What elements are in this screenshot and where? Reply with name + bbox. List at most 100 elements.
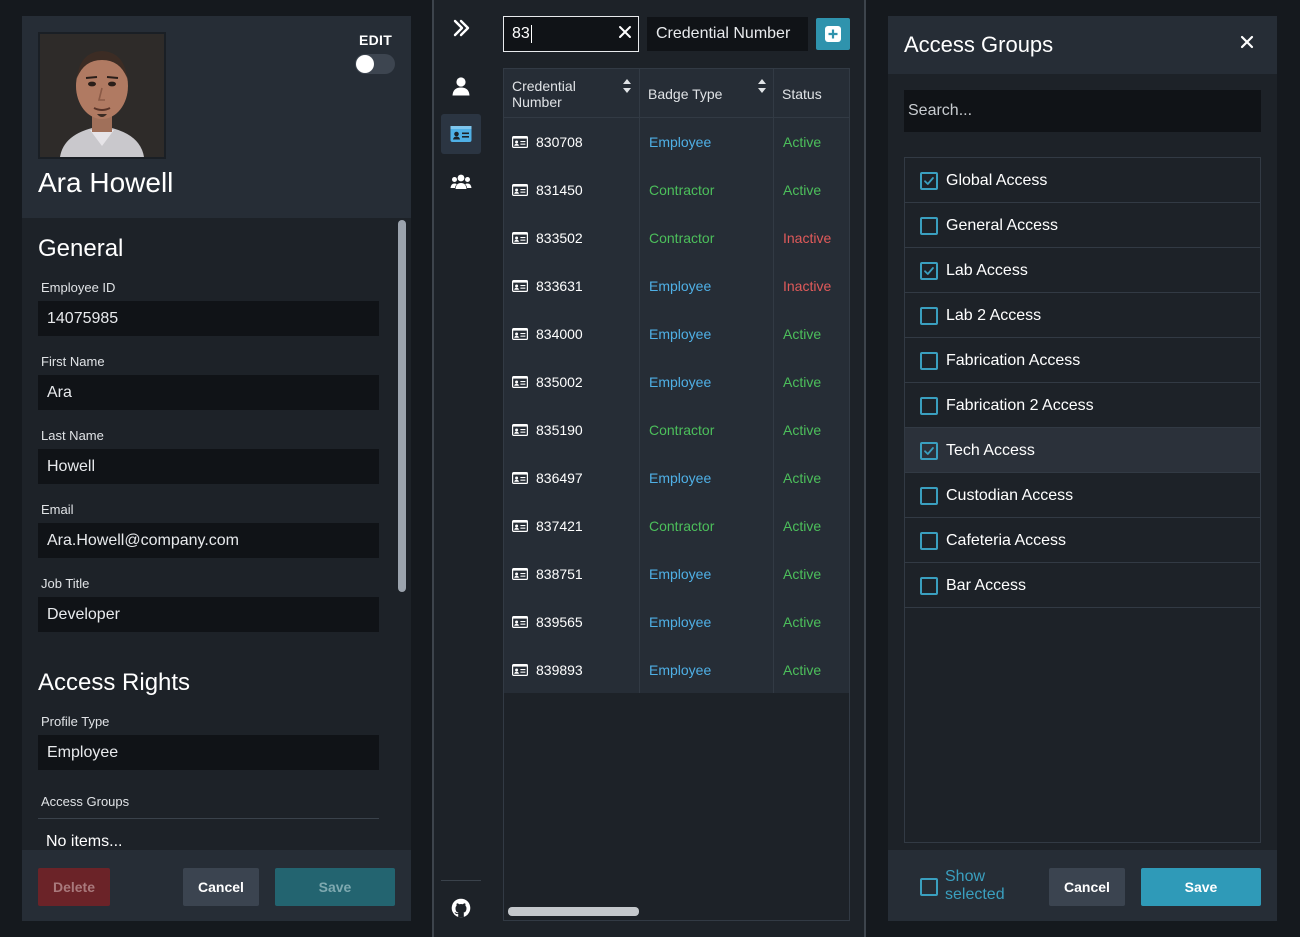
job-title-field[interactable]: Developer — [38, 597, 379, 632]
checkbox[interactable] — [920, 172, 938, 190]
access-group-item[interactable]: Cafeteria Access — [905, 518, 1260, 563]
table-row[interactable]: 833631 Employee Inactive — [504, 262, 849, 310]
badge-type: Contractor — [649, 230, 715, 246]
search-mode-select[interactable]: Credential Number — [647, 17, 808, 51]
checkbox[interactable] — [920, 262, 938, 280]
edit-toggle[interactable] — [355, 54, 395, 74]
profile-cancel-button[interactable]: Cancel — [183, 868, 259, 906]
table-row[interactable]: 833502 Contractor Inactive — [504, 214, 849, 262]
table-row[interactable]: 835002 Employee Active — [504, 358, 849, 406]
profile-panel: EDIT Ara Howell General Employee ID 1407… — [22, 16, 411, 921]
access-group-label: Tech Access — [946, 442, 1035, 459]
access-group-item[interactable]: Tech Access — [905, 428, 1260, 473]
access-group-label: Cafeteria Access — [946, 532, 1067, 549]
access-groups-label: Access Groups — [41, 794, 130, 809]
table-row[interactable]: 831450 Contractor Active — [504, 166, 849, 214]
column-header-badge-type[interactable]: Badge Type — [640, 69, 774, 118]
badge-type: Employee — [649, 470, 712, 486]
access-group-item[interactable]: Lab 2 Access — [905, 293, 1260, 338]
access-groups-dialog: Access Groups Search... Global Access Gen… — [888, 16, 1277, 921]
table-row[interactable]: 836497 Employee Active — [504, 454, 849, 502]
nav-rail — [434, 0, 487, 937]
table-row[interactable]: 830708 Employee Active — [504, 118, 849, 166]
credential-number: 830708 — [536, 134, 583, 150]
profile-header: EDIT Ara Howell — [22, 16, 411, 218]
access-group-item[interactable]: Global Access — [905, 158, 1260, 203]
first-name-label: First Name — [41, 354, 105, 369]
dialog-cancel-button[interactable]: Cancel — [1049, 868, 1125, 906]
sort-icon — [623, 79, 631, 93]
checkbox[interactable] — [920, 397, 938, 415]
access-group-label: General Access — [946, 217, 1059, 234]
id-card-icon — [512, 184, 528, 196]
person-name: Ara Howell — [38, 167, 174, 198]
github-icon[interactable] — [441, 888, 481, 928]
show-selected-checkbox[interactable]: Show selected — [904, 868, 1014, 906]
column-header-credential-number[interactable]: Credential Number — [504, 69, 640, 118]
table-row[interactable]: 837421 Contractor Active — [504, 502, 849, 550]
email-field[interactable]: Ara.Howell@company.com — [38, 523, 379, 558]
access-groups-empty-text: No items... — [46, 833, 123, 850]
horizontal-scrollbar-thumb[interactable] — [508, 907, 639, 916]
profile-footer: Delete Cancel Save — [22, 850, 411, 921]
id-card-icon — [512, 136, 528, 148]
last-name-field[interactable]: Howell — [38, 449, 379, 484]
group-search-input[interactable]: Search... — [904, 90, 1261, 132]
general-section-title: General — [38, 235, 124, 262]
table-row[interactable]: 838751 Employee Active — [504, 550, 849, 598]
table-row[interactable]: 839893 Employee Active — [504, 646, 849, 694]
checkbox[interactable] — [920, 577, 938, 595]
profile-save-button[interactable]: Save — [275, 868, 395, 906]
access-group-item[interactable]: Fabrication Access — [905, 338, 1260, 383]
user-icon[interactable] — [441, 66, 481, 106]
access-group-item[interactable]: Fabrication 2 Access — [905, 383, 1260, 428]
checkbox-box — [920, 878, 938, 896]
checkbox[interactable] — [920, 217, 938, 235]
badge-type: Contractor — [649, 518, 715, 534]
delete-button[interactable]: Delete — [38, 868, 110, 906]
profile-type-field[interactable]: Employee — [38, 735, 379, 770]
badge-type: Employee — [649, 134, 712, 150]
sort-icon — [758, 79, 766, 93]
clear-search-icon[interactable] — [618, 25, 632, 44]
plus-square-icon — [825, 26, 841, 42]
status-text: Active — [783, 614, 822, 630]
credential-number: 831450 — [536, 182, 583, 198]
employee-id-label: Employee ID — [41, 280, 116, 295]
users-icon[interactable] — [441, 162, 481, 202]
table-row[interactable]: 834000 Employee Active — [504, 310, 849, 358]
checkbox[interactable] — [920, 307, 938, 325]
table-row[interactable]: 839565 Employee Active — [504, 598, 849, 646]
dialog-save-button[interactable]: Save — [1141, 868, 1261, 906]
checkbox[interactable] — [920, 532, 938, 550]
credential-number: 833631 — [536, 278, 583, 294]
chevrons-right-icon[interactable] — [441, 8, 481, 48]
first-name-field[interactable]: Ara — [38, 375, 379, 410]
dialog-title: Access Groups — [904, 32, 1054, 57]
employee-id-field[interactable]: 14075985 — [38, 301, 379, 336]
profile-scrollbar-thumb[interactable] — [398, 220, 406, 592]
access-group-label: Bar Access — [946, 577, 1027, 594]
access-group-item[interactable]: Custodian Access — [905, 473, 1260, 518]
id-card-icon — [512, 328, 528, 340]
table-row[interactable]: 835190 Contractor Active — [504, 406, 849, 454]
column-header-status[interactable]: Status — [774, 69, 849, 118]
checkbox[interactable] — [920, 487, 938, 505]
checkbox[interactable] — [920, 352, 938, 370]
close-icon[interactable] — [1240, 35, 1254, 54]
edit-label: EDIT — [359, 32, 393, 48]
access-group-item[interactable]: Bar Access — [905, 563, 1260, 608]
id-card-icon[interactable] — [441, 114, 481, 154]
check-icon — [924, 267, 934, 275]
access-group-label: Global Access — [946, 172, 1048, 189]
id-card-icon — [512, 232, 528, 244]
add-credential-button[interactable] — [816, 18, 850, 50]
id-card-icon — [512, 520, 528, 532]
status-text: Active — [783, 518, 822, 534]
credential-number: 837421 — [536, 518, 583, 534]
access-group-item[interactable]: Lab Access — [905, 248, 1260, 293]
checkbox[interactable] — [920, 442, 938, 460]
access-group-item[interactable]: General Access — [905, 203, 1260, 248]
credential-number: 838751 — [536, 566, 583, 582]
badge-type: Employee — [649, 278, 712, 294]
